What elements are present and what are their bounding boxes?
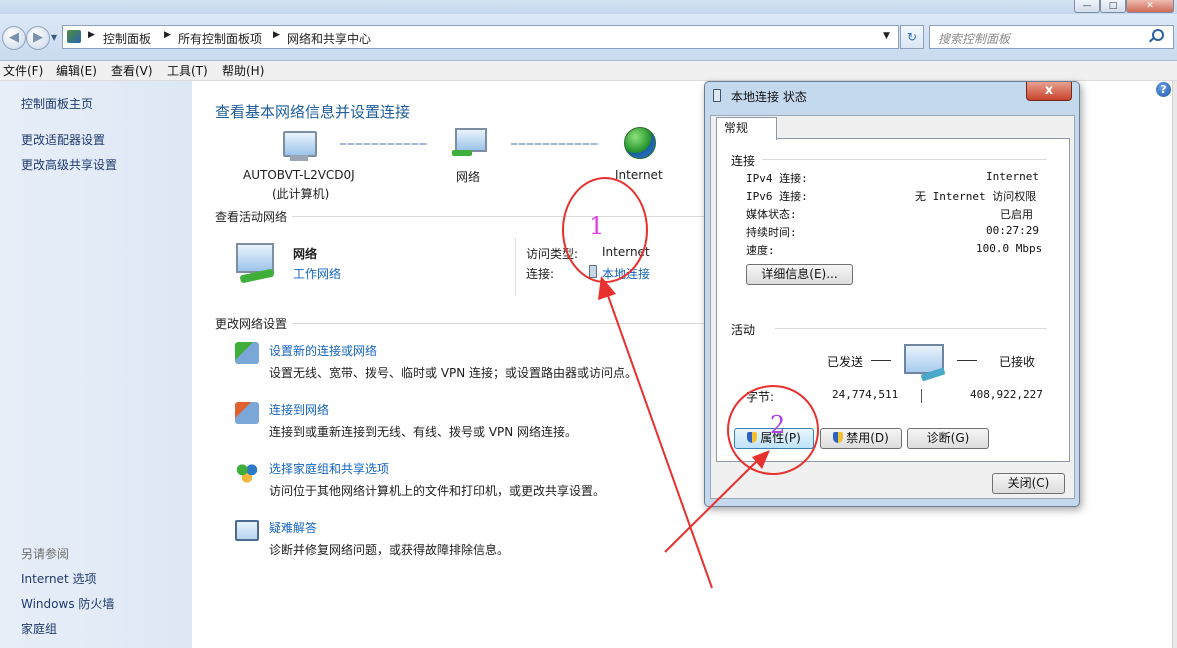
- annotation-number-1: 1: [589, 212, 605, 240]
- annotation-arrowhead-1: [598, 276, 616, 300]
- annotation-arrow-2: [664, 457, 761, 553]
- annotation-circle-1: [562, 177, 648, 283]
- annotation-number-2: 2: [770, 411, 786, 439]
- annotation-arrowhead-2: [752, 450, 770, 469]
- annotation-arrow-1: [605, 289, 713, 589]
- annotation-overlay: [562, 177, 819, 589]
